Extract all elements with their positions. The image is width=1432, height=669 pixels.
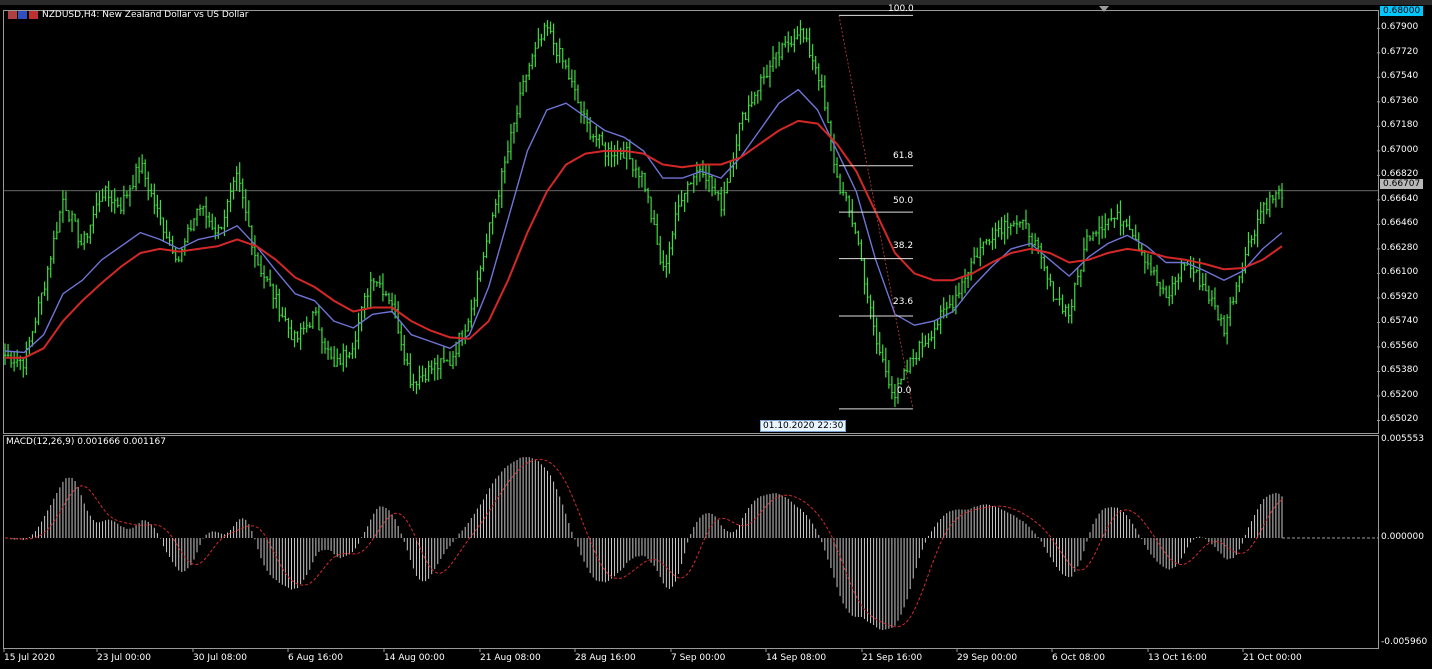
top-price-badge: 0.68000 [1380, 6, 1424, 16]
price-tick-label: 0.66640 [1381, 193, 1419, 204]
chart-symbol-title: NZDUSD,H4: New Zealand Dollar vs US Doll… [42, 10, 249, 20]
symbol-flag-icon [8, 11, 17, 19]
price-tick-label: 0.66280 [1381, 242, 1419, 253]
symbol-flag-icon-2 [18, 11, 27, 19]
time-axis-label: 21 Sep 16:00 [862, 653, 923, 663]
time-axis-label: 6 Aug 16:00 [288, 653, 343, 663]
fib-label-0: 0.0 [897, 386, 912, 396]
time-axis-label: 7 Sep 00:00 [671, 653, 726, 663]
fib-label-236: 23.6 [893, 297, 914, 307]
chart-shift-marker-icon[interactable] [1097, 4, 1111, 14]
time-axis-label: 15 Jul 2020 [4, 653, 55, 663]
time-axis-label: 30 Jul 08:00 [193, 653, 247, 663]
price-tick-label: 0.67900 [1381, 22, 1419, 33]
fib-label-50: 50.0 [893, 196, 914, 206]
fib-label-100: 100.0 [888, 4, 914, 14]
time-axis-label: 13 Oct 16:00 [1148, 653, 1207, 663]
time-axis-label: 6 Oct 08:00 [1052, 653, 1105, 663]
current-price-badge: 0.66707 [1380, 179, 1424, 189]
time-axis-label: 14 Aug 00:00 [384, 653, 445, 663]
time-axis-label: 29 Sep 00:00 [957, 653, 1018, 663]
price-tick-label: 0.67000 [1381, 144, 1419, 155]
price-tick-label: 0.67540 [1381, 71, 1419, 82]
price-tick-label: 0.66100 [1381, 267, 1419, 278]
time-axis-label: 28 Aug 16:00 [575, 653, 636, 663]
price-tick-label: 0.67180 [1381, 120, 1419, 131]
price-tick-label: 0.65740 [1381, 316, 1419, 327]
macd-indicator-label: MACD(12,26,9) 0.001666 0.001167 [6, 437, 166, 447]
macd-tick-zero: 0.000000 [1381, 532, 1424, 542]
price-tick-label: 0.66820 [1381, 169, 1419, 180]
time-axis-label: 21 Aug 08:00 [480, 653, 541, 663]
price-tick-label: 0.65560 [1381, 340, 1419, 351]
price-tick-label: 0.65920 [1381, 291, 1419, 302]
time-axis-label: 23 Jul 00:00 [97, 653, 151, 663]
price-tick-label: 0.65020 [1381, 414, 1419, 425]
fib-label-618: 61.8 [893, 151, 914, 161]
chart-canvas[interactable] [0, 0, 1432, 669]
time-axis-label: 14 Sep 08:00 [766, 653, 827, 663]
crosshair-time-tag: 01.10.2020 22:30 [760, 420, 847, 432]
price-tick-label: 0.67720 [1381, 46, 1419, 57]
time-axis-label: 21 Oct 00:00 [1243, 653, 1302, 663]
macd-tick-bottom: -0.005960 [1381, 637, 1428, 647]
price-tick-label: 0.65200 [1381, 389, 1419, 400]
symbol-flag-icon-3 [29, 11, 38, 19]
macd-tick-top: 0.005553 [1381, 434, 1424, 444]
price-tick-label: 0.66460 [1381, 218, 1419, 229]
price-tick-label: 0.67360 [1381, 95, 1419, 106]
fib-label-382: 38.2 [893, 241, 914, 251]
price-tick-label: 0.65380 [1381, 365, 1419, 376]
